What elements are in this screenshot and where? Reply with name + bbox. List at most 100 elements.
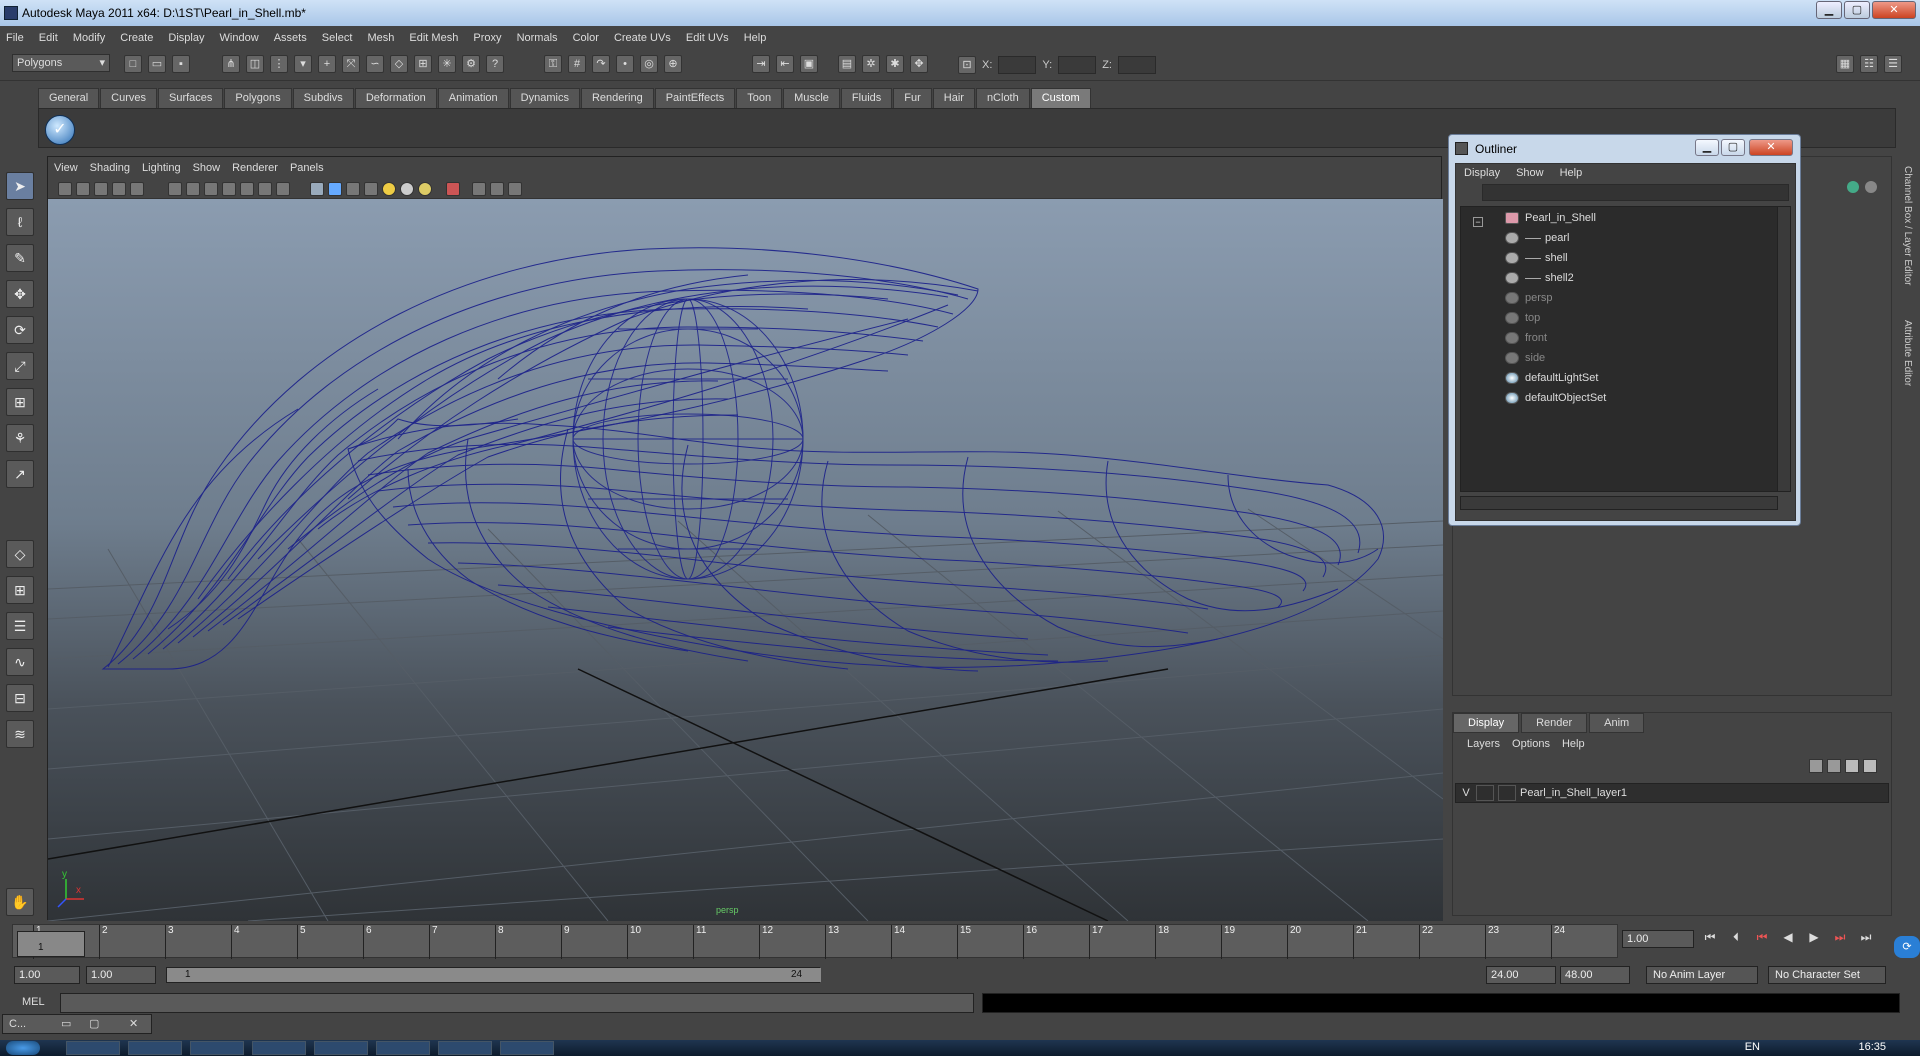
layer-menu-options[interactable]: Options <box>1506 735 1556 753</box>
channel-box-icon[interactable] <box>1847 181 1859 193</box>
outliner-item[interactable]: persp <box>1505 289 1553 307</box>
language-indicator[interactable]: EN <box>1745 1041 1760 1053</box>
select-component-icon[interactable]: ⋮ <box>270 55 288 73</box>
shelf-tab-custom[interactable]: Custom <box>1030 88 1091 108</box>
curve-mask-icon[interactable]: ∽ <box>366 55 384 73</box>
collapse-toggle-icon[interactable]: − <box>1473 217 1483 227</box>
restore-icon[interactable]: ▭ <box>61 1017 71 1030</box>
mask-dropdown-icon[interactable]: ▾ <box>294 55 312 73</box>
outliner-item[interactable]: shell <box>1505 249 1568 267</box>
step-back-key-icon[interactable]: ⏮ <box>1752 930 1772 948</box>
taskbar-chrome-icon[interactable] <box>66 1041 120 1055</box>
surface-mask-icon[interactable]: ◇ <box>390 55 408 73</box>
outliner-menu-help[interactable]: Help <box>1552 164 1591 182</box>
perspective-viewport[interactable]: View Shading Lighting Show Renderer Pane… <box>47 156 1444 922</box>
xray-icon[interactable] <box>472 182 486 196</box>
open-scene-icon[interactable]: ▭ <box>148 55 166 73</box>
menu-window[interactable]: Window <box>214 29 265 47</box>
current-time-marker[interactable]: 1 <box>17 931 85 957</box>
dynamics-mask-icon[interactable]: ✳ <box>438 55 456 73</box>
joint-mask-icon[interactable]: ⤧ <box>342 55 360 73</box>
two-d-pan-icon[interactable] <box>130 182 144 196</box>
layer-menu-layers[interactable]: Layers <box>1461 735 1506 753</box>
grid-toggle-icon[interactable] <box>168 182 182 196</box>
outliner-minimize-icon[interactable]: ▁ <box>1695 139 1719 156</box>
system-clock[interactable]: 16:35 <box>1858 1041 1886 1053</box>
layer-menu-help[interactable]: Help <box>1556 735 1591 753</box>
menu-create[interactable]: Create <box>114 29 159 47</box>
checkmark-shelf-icon[interactable]: ✓ <box>45 115 75 145</box>
z-field[interactable] <box>1117 56 1156 74</box>
safe-action-icon[interactable] <box>258 182 272 196</box>
soft-mod-tool-icon[interactable]: ⚘ <box>6 424 34 452</box>
layer-editor-icon[interactable] <box>1865 181 1877 193</box>
step-forward-key-icon[interactable]: ⏭ <box>1830 930 1850 948</box>
move-layer-down-icon[interactable] <box>1827 759 1841 773</box>
field-chart-icon[interactable] <box>240 182 254 196</box>
menu-proxy[interactable]: Proxy <box>467 29 507 47</box>
rotate-tool-icon[interactable]: ⟳ <box>6 316 34 344</box>
y-field[interactable] <box>1058 56 1097 74</box>
menu-select[interactable]: Select <box>316 29 359 47</box>
move-layer-up-icon[interactable] <box>1809 759 1823 773</box>
outliner-item[interactable]: defaultLightSet <box>1505 369 1598 387</box>
display-layer-row[interactable]: V Pearl_in_Shell_layer1 <box>1455 783 1889 803</box>
save-scene-icon[interactable]: ▪ <box>172 55 190 73</box>
construction-history-icon[interactable]: ▣ <box>800 55 818 73</box>
output-ops-icon[interactable]: ⇤ <box>776 55 794 73</box>
vp-menu-renderer[interactable]: Renderer <box>226 157 284 179</box>
hypershade-layout-icon[interactable]: ⊟ <box>6 684 34 712</box>
taskbar-app-icon[interactable] <box>190 1041 244 1055</box>
wireframe-icon[interactable] <box>310 182 324 196</box>
shelf-tab-deformation[interactable]: Deformation <box>354 88 437 108</box>
layer-tab-render[interactable]: Render <box>1521 713 1588 733</box>
play-backwards-icon[interactable]: ◀ <box>1778 930 1798 948</box>
textured-icon[interactable] <box>364 182 378 196</box>
playback-start-field[interactable]: 1.00 <box>86 966 156 984</box>
shelf-tab-surfaces[interactable]: Surfaces <box>157 88 224 108</box>
go-to-start-icon[interactable]: ⏮ <box>1700 930 1720 948</box>
anim-layer-dropdown[interactable]: No Anim Layer <box>1646 966 1758 984</box>
render-current-icon[interactable]: ✲ <box>862 55 880 73</box>
isolate-select-icon[interactable] <box>446 182 460 196</box>
four-view-layout-icon[interactable]: ⊞ <box>6 576 34 604</box>
outliner-maximize-icon[interactable]: ▢ <box>1721 139 1745 156</box>
lock-icon[interactable]: ⚿ <box>544 55 562 73</box>
close-icon[interactable]: ✕ <box>1872 1 1916 19</box>
render-mask-icon[interactable]: ⚙ <box>462 55 480 73</box>
current-time-field[interactable]: 1.00 <box>1622 930 1694 948</box>
menu-edit-uvs[interactable]: Edit UVs <box>680 29 735 47</box>
outliner-item[interactable]: front <box>1505 329 1547 347</box>
step-back-frame-icon[interactable]: ⏴ <box>1726 930 1746 948</box>
gate-mask-icon[interactable] <box>222 182 236 196</box>
misc-mask-icon[interactable]: ? <box>486 55 504 73</box>
side-tab-attribute-editor[interactable]: Attribute Editor <box>1902 320 1913 386</box>
menu-edit[interactable]: Edit <box>33 29 64 47</box>
vp-menu-show[interactable]: Show <box>187 157 227 179</box>
handle-mask-icon[interactable]: + <box>318 55 336 73</box>
close-small-icon[interactable]: ✕ <box>129 1017 138 1030</box>
camera-attributes-icon[interactable] <box>76 182 90 196</box>
input-ops-icon[interactable]: ⇥ <box>752 55 770 73</box>
shelf-tab-general[interactable]: General <box>38 88 100 108</box>
ipr-render-icon[interactable]: ✱ <box>886 55 904 73</box>
default-lighting-icon[interactable] <box>382 182 396 196</box>
outliner-close-icon[interactable]: ✕ <box>1749 139 1793 156</box>
go-to-end-icon[interactable]: ⏭ <box>1856 930 1876 948</box>
taskbar-app-icon[interactable] <box>376 1041 430 1055</box>
animation-end-field[interactable]: 48.00 <box>1560 966 1630 984</box>
playback-end-field[interactable]: 24.00 <box>1486 966 1556 984</box>
shelf-tab-subdivs[interactable]: Subdivs <box>292 88 354 108</box>
shelf-tab-muscle[interactable]: Muscle <box>783 88 840 108</box>
outliner-item[interactable]: side <box>1505 349 1545 367</box>
script-layout-icon[interactable]: ≋ <box>6 720 34 748</box>
channel-box-toggle-icon[interactable]: ☰ <box>1884 55 1902 73</box>
x-field[interactable] <box>998 56 1037 74</box>
snap-grid-icon[interactable]: # <box>568 55 586 73</box>
smooth-shade-icon[interactable] <box>328 182 342 196</box>
image-plane-icon[interactable] <box>112 182 126 196</box>
snap-view-plane-icon[interactable]: ◎ <box>640 55 658 73</box>
viewport-scene[interactable]: y x persp <box>47 199 1444 922</box>
outliner-item[interactable]: top <box>1505 309 1540 327</box>
shelf-tab-fluids[interactable]: Fluids <box>840 88 893 108</box>
